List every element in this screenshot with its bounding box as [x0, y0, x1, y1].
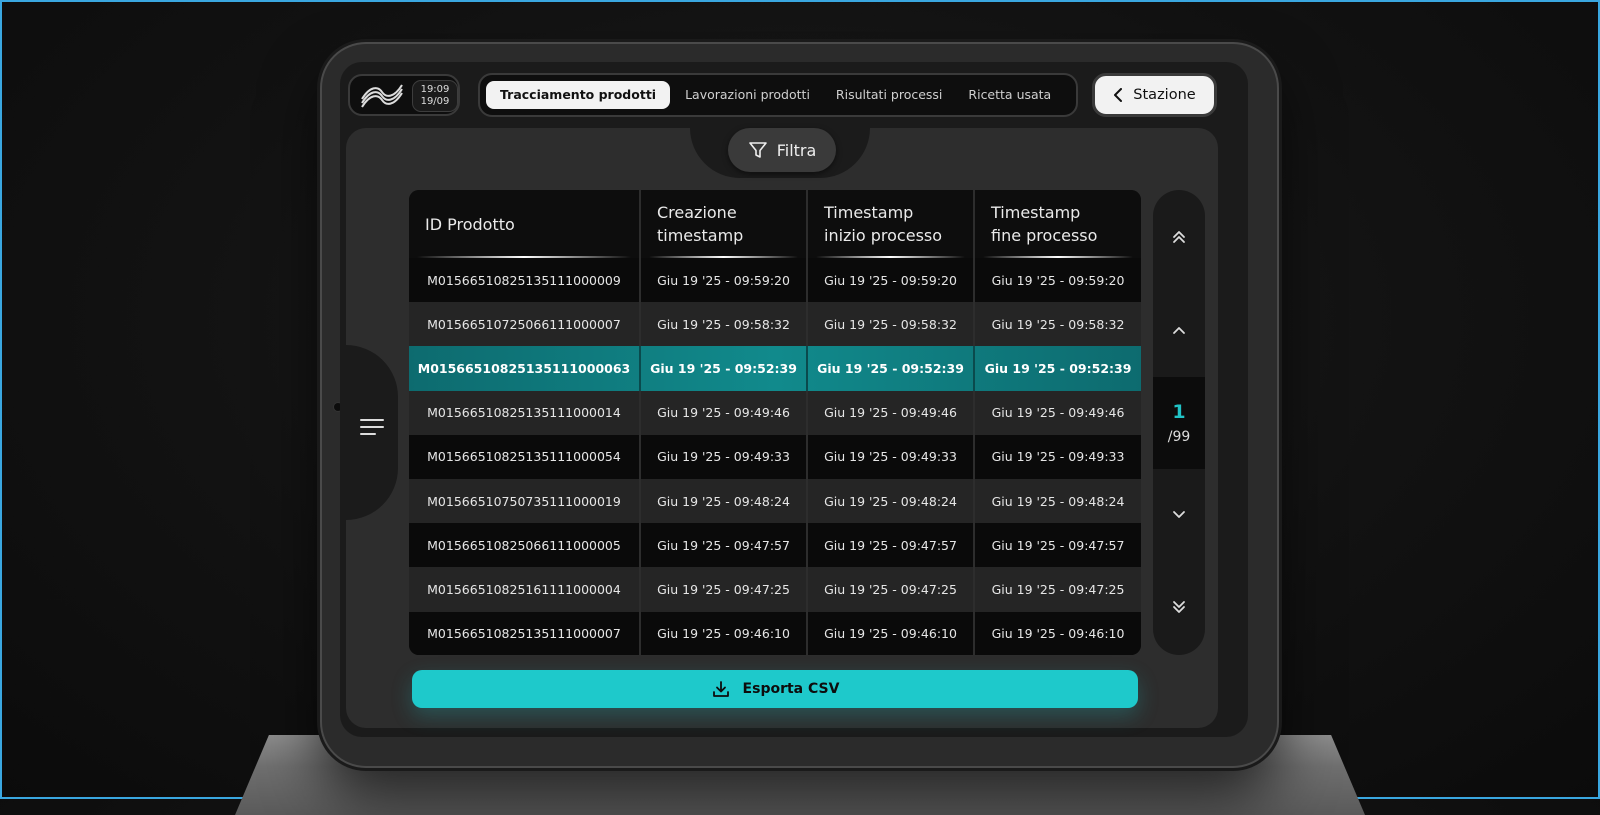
- cell-timestamp: Giu 19 '25 - 09:49:46: [808, 390, 975, 435]
- chevron-down-icon: [1173, 511, 1185, 518]
- last-page-button[interactable]: [1153, 587, 1205, 627]
- cell-timestamp: Giu 19 '25 - 09:52:39: [984, 360, 1132, 376]
- cell-timestamp: Giu 19 '25 - 09:49:46: [641, 390, 808, 435]
- cell-timestamp: Giu 19 '25 - 09:48:24: [808, 478, 975, 524]
- hamburger-menu-icon[interactable]: [360, 419, 384, 439]
- download-icon: [712, 681, 729, 697]
- next-page-button[interactable]: [1153, 495, 1205, 535]
- tab-bar: Tracciamento prodotti Lavorazioni prodot…: [478, 73, 1078, 117]
- header-timestamp-fine[interactable]: Timestamp fine processo: [975, 190, 1141, 258]
- header-fine-label: Timestamp fine processo: [991, 203, 1098, 245]
- chevron-up-icon: [1173, 327, 1185, 334]
- filter-label: Filtra: [776, 140, 817, 160]
- tablet-screen: 19:09 19/09 Tracciamento prodotti Lavora…: [340, 62, 1248, 737]
- tab-risultati-processi[interactable]: Risultati processi: [825, 81, 953, 109]
- double-chevron-down-icon: [1173, 601, 1185, 613]
- cell-id-prodotto: M01566510825135111000054: [409, 434, 641, 479]
- table-row[interactable]: M01566510825066111000005 Giu 19 '25 - 09:…: [409, 523, 1141, 568]
- cell-timestamp: Giu 19 '25 - 09:58:32: [808, 302, 975, 347]
- cell-id-prodotto: M01566510825066111000005: [409, 523, 641, 568]
- clock-date: 19/09: [420, 96, 450, 107]
- chevron-left-icon: [1114, 88, 1123, 102]
- products-table: ID Prodotto Creazione timestamp Timestam…: [409, 190, 1141, 655]
- cell-timestamp: Giu 19 '25 - 09:58:32: [991, 316, 1125, 332]
- clock-time: 19:09: [420, 84, 450, 95]
- cell-timestamp: Giu 19 '25 - 09:47:25: [808, 567, 975, 612]
- cell-timestamp: Giu 19 '25 - 09:46:10: [641, 611, 808, 655]
- cell-timestamp: Giu 19 '25 - 09:59:20: [641, 258, 808, 303]
- table-row[interactable]: M01566510825135111000009 Giu 19 '25 - 09:…: [409, 258, 1141, 303]
- cell-timestamp: Giu 19 '25 - 09:49:33: [808, 434, 975, 479]
- header-id-prodotto[interactable]: ID Prodotto: [409, 190, 641, 258]
- cell-timestamp: Giu 19 '25 - 09:49:33: [641, 434, 808, 479]
- cell-id-prodotto: M01566510825135111000007: [409, 611, 641, 655]
- total-pages: /99: [1167, 429, 1191, 445]
- export-label: Esporta CSV: [742, 681, 840, 697]
- station-button[interactable]: Stazione: [1092, 73, 1217, 117]
- tab-tracciamento-prodotti[interactable]: Tracciamento prodotti: [486, 81, 671, 109]
- header-creazione-label: Creazione timestamp: [657, 203, 744, 245]
- tab-lavorazioni-prodotti[interactable]: Lavorazioni prodotti: [674, 81, 821, 109]
- cell-timestamp: Giu 19 '25 - 09:49:33: [991, 449, 1125, 465]
- header-creazione-timestamp[interactable]: Creazione timestamp: [641, 190, 808, 258]
- table-row[interactable]: M01566510825135111000007 Giu 19 '25 - 09:…: [409, 611, 1141, 655]
- cell-timestamp: Giu 19 '25 - 09:52:39: [641, 346, 808, 391]
- cell-timestamp: Giu 19 '25 - 09:46:10: [991, 626, 1125, 642]
- cell-timestamp: Giu 19 '25 - 09:59:20: [991, 272, 1125, 288]
- first-page-button[interactable]: [1153, 217, 1205, 257]
- table-row-selected[interactable]: M01566510825135111000063 Giu 19 '25 - 09:…: [409, 346, 1141, 391]
- cell-id-prodotto: M01566510750735111000019: [409, 478, 641, 524]
- cell-timestamp: Giu 19 '25 - 09:48:24: [991, 493, 1125, 509]
- cell-id-prodotto: M01566510825135111000014: [409, 390, 641, 435]
- table-row[interactable]: M01566510825135111000014 Giu 19 '25 - 09:…: [409, 390, 1141, 435]
- page-indicator: 1 /99: [1153, 377, 1205, 469]
- double-chevron-up-icon: [1173, 231, 1185, 243]
- cell-timestamp: Giu 19 '25 - 09:47:57: [808, 523, 975, 568]
- cell-timestamp: Giu 19 '25 - 09:47:25: [991, 581, 1125, 597]
- table-body: M01566510825135111000009 Giu 19 '25 - 09:…: [409, 258, 1141, 655]
- header-timestamp-inizio[interactable]: Timestamp inizio processo: [808, 190, 975, 258]
- cell-id-prodotto: M01566510825161111000004: [409, 567, 641, 612]
- cell-timestamp: Giu 19 '25 - 09:52:39: [808, 346, 975, 391]
- cell-timestamp: Giu 19 '25 - 09:58:32: [641, 302, 808, 347]
- cell-timestamp: Giu 19 '25 - 09:47:57: [641, 523, 808, 568]
- filter-funnel-icon: [748, 142, 767, 158]
- tab-ricetta-usata[interactable]: Ricetta usata: [957, 81, 1062, 109]
- table-row[interactable]: M01566510825161111000004 Giu 19 '25 - 09:…: [409, 567, 1141, 612]
- prev-page-button[interactable]: [1153, 310, 1205, 350]
- table-row[interactable]: M01566510825135111000054 Giu 19 '25 - 09:…: [409, 434, 1141, 479]
- cell-id-prodotto: M01566510725066111000007: [409, 302, 641, 347]
- cell-timestamp: Giu 19 '25 - 09:46:10: [808, 611, 975, 655]
- waves-logo-icon: [361, 84, 403, 108]
- table-row[interactable]: M01566510750735111000019 Giu 19 '25 - 09:…: [409, 478, 1141, 524]
- logo-clock-box: 19:09 19/09: [348, 74, 460, 116]
- cell-id-prodotto: M01566510825135111000063: [409, 346, 641, 391]
- pager: 1 /99: [1153, 190, 1205, 655]
- current-page: 1: [1172, 401, 1186, 423]
- clock: 19:09 19/09: [412, 80, 458, 112]
- cell-timestamp: Giu 19 '25 - 09:48:24: [641, 478, 808, 524]
- station-label: Stazione: [1133, 87, 1196, 103]
- cell-timestamp: Giu 19 '25 - 09:47:25: [641, 567, 808, 612]
- table-header: ID Prodotto Creazione timestamp Timestam…: [409, 190, 1141, 258]
- cell-timestamp: Giu 19 '25 - 09:49:46: [991, 405, 1125, 421]
- export-csv-button[interactable]: Esporta CSV: [412, 670, 1138, 708]
- filter-button[interactable]: Filtra: [728, 128, 836, 172]
- header-inizio-label: Timestamp inizio processo: [824, 203, 943, 245]
- cell-id-prodotto: M01566510825135111000009: [409, 258, 641, 303]
- cell-timestamp: Giu 19 '25 - 09:47:57: [991, 537, 1125, 553]
- table-row[interactable]: M01566510725066111000007 Giu 19 '25 - 09:…: [409, 302, 1141, 347]
- cell-timestamp: Giu 19 '25 - 09:59:20: [808, 258, 975, 303]
